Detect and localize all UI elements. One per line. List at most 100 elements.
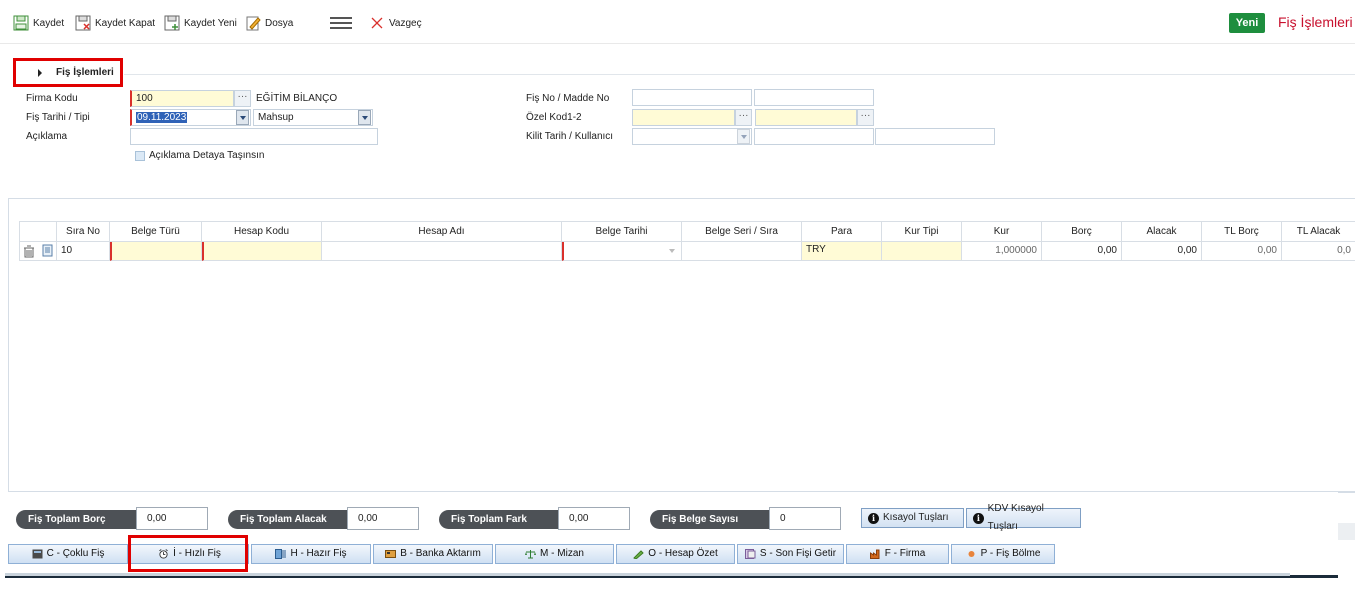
cell-belge-tarihi[interactable]: [562, 242, 682, 261]
col-tl-borc[interactable]: TL Borç: [1202, 221, 1282, 242]
cell-para[interactable]: TRY: [802, 242, 882, 261]
horizontal-scrollbar[interactable]: [5, 573, 1338, 578]
tab-banka-aktarim[interactable]: B - Banka Aktarım: [373, 544, 493, 564]
cell-borc[interactable]: 0,00: [1042, 242, 1122, 261]
kdv-kisayol-button[interactable]: i KDV Kısayol Tuşları: [966, 503, 1081, 532]
tab-fis-bolme[interactable]: P - Fiş Bölme: [951, 544, 1055, 564]
ozel-kod2-lookup-button[interactable]: ···: [857, 109, 874, 126]
tab-hazir-fis[interactable]: H - Hazır Fiş: [251, 544, 371, 564]
fis-tipi-select[interactable]: Mahsup: [253, 109, 373, 126]
vazgec-label: Vazgeç: [389, 17, 422, 29]
file-pencil-icon: [246, 16, 261, 31]
madde-no-input[interactable]: [754, 89, 874, 106]
firma-kodu-label: Firma Kodu: [26, 93, 78, 104]
firma-kodu-input[interactable]: 100: [130, 90, 234, 107]
cell-hesap-adi[interactable]: [322, 242, 562, 261]
kilit-tarih-input[interactable]: [632, 128, 752, 145]
dot-icon: [968, 551, 975, 557]
col-borc[interactable]: Borç: [1042, 221, 1122, 242]
row-actions: [19, 242, 57, 261]
toolbar: Kaydet Kaydet Kapat Kaydet Yeni Dosya Va…: [0, 0, 1355, 44]
caret-right-icon: [38, 69, 42, 77]
menu-icon[interactable]: [330, 17, 352, 29]
col-hesap-kodu[interactable]: Hesap Kodu: [202, 221, 322, 242]
ozel-kod2-input[interactable]: [755, 109, 857, 126]
save-new-icon: [164, 15, 180, 31]
fis-tipi-dropdown-icon[interactable]: [358, 110, 371, 125]
aciklama-label: Açıklama: [26, 131, 68, 142]
col-belge-tarihi[interactable]: Belge Tarihi: [562, 221, 682, 242]
chevron-down-icon[interactable]: [669, 249, 675, 253]
tab-firma-label: F - Firma: [884, 548, 926, 559]
fis-no-input[interactable]: [632, 89, 752, 106]
tab-hesap-ozet[interactable]: O - Hesap Özet: [616, 544, 735, 564]
kdv-kisayol-label: KDV Kısayol Tuşları: [987, 503, 1044, 532]
cell-hesap-kodu[interactable]: [202, 242, 322, 261]
fis-no-label: Fiş No / Madde No: [526, 93, 610, 104]
tab-mizan-label: M - Mizan: [540, 548, 584, 559]
tab-firma[interactable]: F - Firma: [846, 544, 949, 564]
kaydet-yeni-label: Kaydet Yeni: [184, 17, 237, 29]
col-sira-no[interactable]: Sıra No: [57, 221, 110, 242]
kaydet-kapat-button[interactable]: Kaydet Kapat: [75, 13, 155, 33]
col-belge-seri[interactable]: Belge Seri / Sıra: [682, 221, 802, 242]
factory-icon: [869, 549, 880, 559]
belge-sayisi-value: 0: [769, 507, 841, 530]
fis-tarihi-input[interactable]: 09.11.2023: [130, 109, 251, 126]
col-hesap-adi[interactable]: Hesap Adı: [322, 221, 562, 242]
info-icon: i: [868, 512, 879, 524]
col-kur[interactable]: Kur: [962, 221, 1042, 242]
ozel-kod1-lookup-button[interactable]: ···: [735, 109, 752, 126]
tab-coklu-fis[interactable]: C - Çoklu Fiş: [8, 544, 128, 564]
toplam-borc-label: Fiş Toplam Borç: [16, 510, 136, 529]
dosya-label: Dosya: [265, 17, 294, 29]
tab-banka-aktarim-label: B - Banka Aktarım: [400, 548, 481, 559]
aciklama-input[interactable]: [130, 128, 378, 145]
ozel-kod1-input[interactable]: [632, 109, 735, 126]
scrollbar-thumb[interactable]: [5, 573, 1290, 576]
kilit-tarih-dropdown-icon[interactable]: [737, 129, 750, 144]
kaydet-yeni-button[interactable]: Kaydet Yeni: [164, 13, 237, 33]
col-belge-turu[interactable]: Belge Türü: [110, 221, 202, 242]
cell-kur-tipi[interactable]: [882, 242, 962, 261]
col-tl-alacak[interactable]: TL Alacak: [1282, 221, 1355, 242]
cell-tl-borc[interactable]: 0,00: [1202, 242, 1282, 261]
kisayol-tuslari-button[interactable]: i Kısayol Tuşları: [861, 508, 964, 528]
cell-alacak[interactable]: 0,00: [1122, 242, 1202, 261]
cell-kur[interactable]: 1,000000: [962, 242, 1042, 261]
section-header[interactable]: Fiş İşlemleri: [13, 58, 123, 87]
hizli-fis-highlight: [128, 535, 248, 572]
kilit-kullanici-input[interactable]: [754, 128, 874, 145]
firma-kodu-lookup-button[interactable]: ···: [234, 90, 251, 107]
cell-belge-seri[interactable]: [682, 242, 802, 261]
doc-history-icon: [744, 549, 756, 559]
close-icon: [371, 17, 383, 29]
kaydet-button[interactable]: Kaydet: [13, 13, 64, 33]
fis-tarihi-dropdown-icon[interactable]: [236, 110, 249, 125]
ozel-kod-label: Özel Kod1-2: [526, 112, 582, 123]
col-kur-tipi[interactable]: Kur Tipi: [882, 221, 962, 242]
aciklama-detay-label: Açıklama Detaya Taşınsın: [149, 150, 265, 161]
tab-son-fisi-getir[interactable]: S - Son Fişi Getir: [737, 544, 844, 564]
save-icon: [13, 15, 29, 31]
vazgec-button[interactable]: Vazgeç: [369, 13, 422, 33]
grid-bottom-rule: [1338, 492, 1355, 493]
yeni-button[interactable]: Yeni: [1229, 13, 1265, 33]
stack-icon: [275, 549, 286, 559]
cell-sira-no[interactable]: 10: [57, 242, 110, 261]
grid-header-actions: [19, 221, 57, 242]
dosya-button[interactable]: Dosya: [245, 13, 293, 33]
tab-mizan[interactable]: M - Mizan: [495, 544, 614, 564]
col-para[interactable]: Para: [802, 221, 882, 242]
save-close-icon: [75, 15, 91, 31]
trash-icon[interactable]: [23, 245, 35, 258]
scales-icon: [525, 550, 537, 559]
col-alacak[interactable]: Alacak: [1122, 221, 1202, 242]
kaydet-kapat-label: Kaydet Kapat: [95, 17, 156, 29]
pencil-icon: [633, 550, 645, 559]
cell-belge-turu[interactable]: [110, 242, 202, 261]
aciklama-detay-checkbox[interactable]: [135, 151, 145, 161]
cell-tl-alacak[interactable]: 0,0: [1282, 242, 1355, 261]
kilit-extra-input[interactable]: [875, 128, 995, 145]
document-icon[interactable]: [42, 244, 53, 257]
